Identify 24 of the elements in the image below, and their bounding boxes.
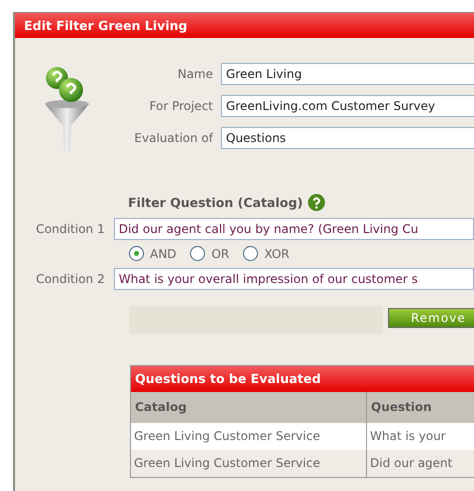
- table-cell: Green Living Customer Service: [131, 423, 367, 450]
- input-field[interactable]: Questions: [221, 127, 474, 149]
- radio-label: OR: [211, 246, 230, 260]
- field-label: Name: [176, 67, 213, 81]
- help-icon[interactable]: [308, 194, 325, 211]
- section-heading: Filter Question (Catalog): [128, 195, 303, 210]
- column-header: Question: [367, 392, 474, 423]
- table-title: Questions to be Evaluated: [131, 366, 474, 392]
- radio-button[interactable]: [129, 246, 144, 261]
- input-field[interactable]: GreenLiving.com Customer Survey: [221, 95, 474, 117]
- field-label: For Project: [148, 99, 213, 113]
- condition-field[interactable]: What is your overall impression of our customer s: [114, 268, 474, 290]
- field-label: Evaluation of: [133, 131, 213, 145]
- dialog-title: Edit Filter Green Living: [15, 13, 474, 38]
- column-header: Catalog: [131, 392, 367, 423]
- radio-button[interactable]: [190, 246, 206, 261]
- condition-label: Condition 2: [36, 272, 105, 286]
- condition-label: Condition 1: [36, 222, 105, 236]
- input-field[interactable]: Green Living: [221, 63, 474, 85]
- radio-label: AND: [150, 246, 176, 260]
- radio-label: XOR: [264, 246, 290, 260]
- radio-button[interactable]: [243, 246, 258, 261]
- table-cell: What is your: [367, 423, 474, 450]
- condition-field[interactable]: Did our agent call you by name? (Green Living Cu: [114, 218, 474, 240]
